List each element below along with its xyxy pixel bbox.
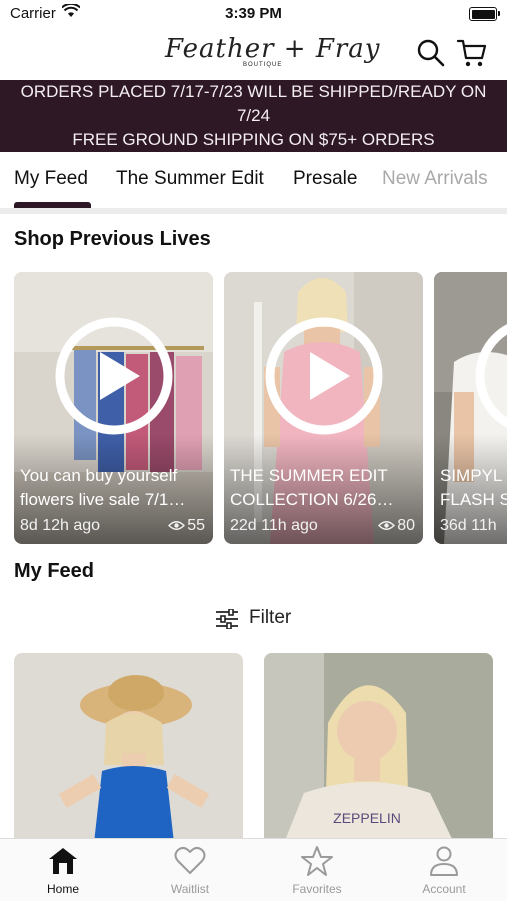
eye-icon	[168, 521, 186, 531]
play-icon[interactable]	[54, 316, 174, 436]
live-title: THE SUMMER EDIT COLLECTION 6/26…	[230, 466, 394, 509]
feed-item[interactable]	[14, 653, 243, 843]
banner-line-1: ORDERS PLACED 7/17-7/23 WILL BE SHIPPED/…	[20, 82, 487, 101]
heart-icon	[174, 846, 206, 874]
tab-home[interactable]: Home	[0, 845, 126, 896]
tab-presale[interactable]: Presale	[293, 168, 357, 190]
search-icon[interactable]	[416, 38, 446, 68]
tab-new-arrivals[interactable]: New Arrivals	[382, 168, 488, 190]
banner-line-3: FREE GROUND SHIPPING ON $75+ ORDERS	[72, 130, 435, 149]
view-count: 55	[168, 517, 205, 535]
live-time-ago: 8d 12h ago	[20, 517, 101, 534]
cart-icon[interactable]	[457, 38, 487, 68]
person-icon	[430, 846, 458, 876]
live-time-ago: 22d 11h ago	[230, 517, 318, 534]
star-icon	[301, 846, 333, 876]
battery-icon	[469, 7, 500, 21]
divider	[0, 208, 507, 214]
tab-label: Favorites	[292, 882, 342, 896]
banner-line-2: 7/24	[236, 106, 271, 125]
status-bar: Carrier 3:39 PM	[0, 0, 507, 28]
app-header: Feather + Fray BOUTIQUE	[0, 28, 507, 80]
tab-label: Home	[46, 882, 79, 896]
sliders-icon	[216, 609, 238, 629]
live-title: You can buy yourself flowers live sale 7…	[20, 466, 186, 509]
clock: 3:39 PM	[225, 5, 282, 22]
view-count: 80	[378, 517, 415, 535]
live-card[interactable]: SIMPYL FLASH S 36d 11h	[434, 272, 507, 544]
tab-label: Account	[422, 882, 466, 896]
live-title: SIMPYL FLASH S	[440, 466, 507, 509]
tab-my-feed[interactable]: My Feed	[14, 168, 88, 190]
home-icon	[49, 848, 77, 874]
live-time-ago: 36d 11h	[440, 517, 497, 534]
bottom-tab-bar: Home Waitlist Favorites Account	[0, 838, 507, 901]
logo-wordmark: Feather + Fray	[165, 34, 381, 64]
section-title-my-feed: My Feed	[14, 560, 95, 582]
previous-lives-carousel[interactable]: You can buy yourself flowers live sale 7…	[0, 270, 507, 546]
tab-account[interactable]: Account	[381, 845, 507, 896]
svg-text:ZEPPELIN: ZEPPELIN	[333, 810, 401, 826]
tab-label: Waitlist	[170, 882, 210, 896]
live-card[interactable]: You can buy yourself flowers live sale 7…	[14, 272, 213, 544]
play-icon[interactable]	[264, 316, 384, 436]
brand-logo[interactable]: Feather + Fray BOUTIQUE	[165, 34, 380, 74]
filter-label: Filter	[249, 607, 292, 628]
logo-subtitle: BOUTIQUE	[243, 62, 283, 68]
tab-waitlist[interactable]: Waitlist	[127, 845, 253, 896]
category-tabs: My Feed The Summer Edit Presale New Arri…	[0, 152, 507, 209]
feed-item-image: ZEPPELIN	[264, 653, 493, 843]
feed-item[interactable]: ZEPPELIN	[264, 653, 493, 843]
tab-favorites[interactable]: Favorites	[254, 845, 380, 896]
eye-icon	[378, 521, 396, 531]
promo-banner: ORDERS PLACED 7/17-7/23 WILL BE SHIPPED/…	[0, 80, 507, 152]
tab-summer-edit[interactable]: The Summer Edit	[116, 168, 264, 190]
live-card[interactable]: THE SUMMER EDIT COLLECTION 6/26… 22d 11h…	[224, 272, 423, 544]
play-icon[interactable]	[474, 316, 507, 436]
feed-item-image	[14, 653, 243, 843]
section-title-previous-lives: Shop Previous Lives	[14, 228, 211, 250]
